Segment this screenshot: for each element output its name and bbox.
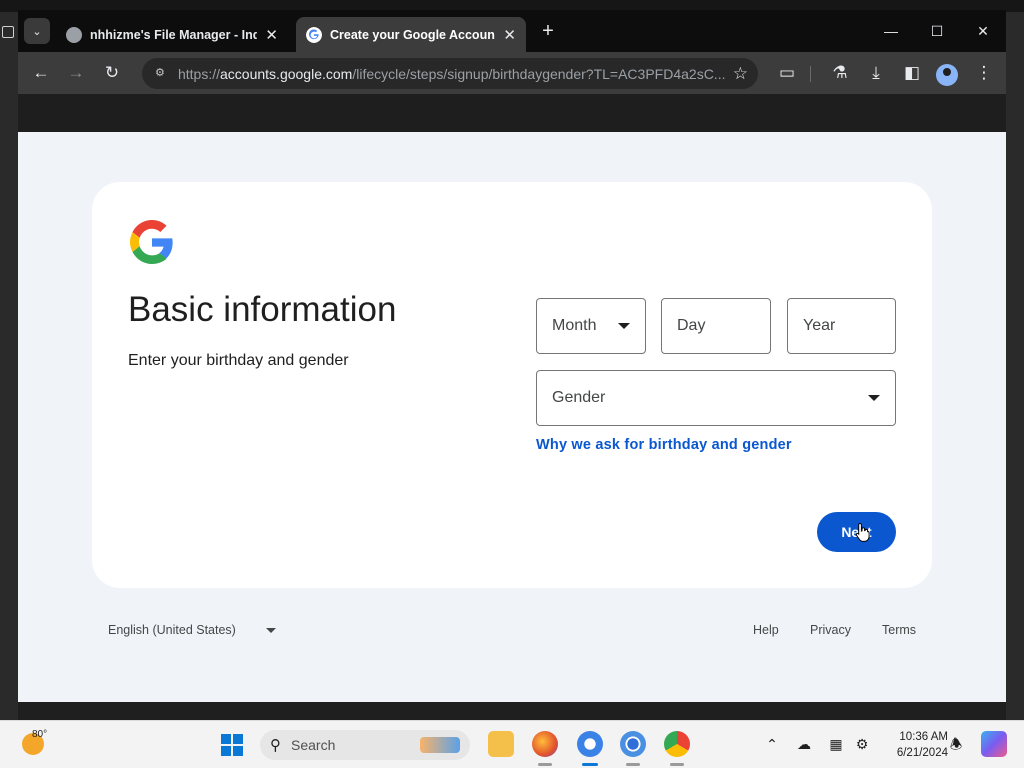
- why-we-ask-link[interactable]: Why we ask for birthday and gender: [536, 437, 792, 453]
- month-placeholder: Month: [552, 317, 597, 334]
- search-highlight-art: [420, 737, 460, 753]
- firefox-icon[interactable]: [532, 731, 558, 757]
- desktop-window-icon: [2, 26, 14, 38]
- window-close-icon[interactable]: ✕: [972, 20, 994, 42]
- bookmark-bar: [18, 94, 1006, 132]
- signup-card: Basic information Enter your birthday an…: [92, 182, 932, 588]
- chromium-icon[interactable]: [620, 731, 646, 757]
- page-content: Basic information Enter your birthday an…: [18, 132, 1006, 702]
- temperature-label: 80°: [32, 729, 48, 740]
- url-path: /lifecycle/steps/signup/birthdaygender?T…: [352, 65, 725, 82]
- app-running-indicator: [538, 763, 552, 766]
- desktop-background-right: [1006, 12, 1024, 720]
- file-explorer-icon[interactable]: [488, 731, 514, 757]
- display-icon[interactable]: ▦: [827, 735, 845, 753]
- clock-time: 10:36 AM: [899, 731, 948, 743]
- profile-avatar-icon[interactable]: [936, 64, 958, 86]
- side-panel-icon[interactable]: ◧: [899, 60, 925, 86]
- browser-toolbar: ← → ↻ ⚙ https://accounts.google.com/life…: [18, 52, 1006, 94]
- minimize-icon[interactable]: —: [880, 20, 902, 42]
- tab-create-google-account[interactable]: Create your Google Account ✕: [296, 17, 526, 52]
- app-running-indicator: [626, 763, 640, 766]
- gender-select[interactable]: Gender: [536, 370, 896, 426]
- chevron-up-icon[interactable]: ⌃: [763, 735, 781, 753]
- taskbar-search-box[interactable]: ⚲ Search: [260, 730, 470, 760]
- gender-placeholder: Gender: [552, 389, 606, 406]
- search-icon: ⚲: [270, 737, 281, 754]
- download-icon[interactable]: ⤓: [863, 60, 889, 86]
- year-placeholder: Year: [803, 317, 836, 334]
- language-selector[interactable]: English (United States): [108, 623, 276, 637]
- terms-link[interactable]: Terms: [882, 623, 916, 637]
- forward-arrow-icon[interactable]: →: [63, 60, 89, 86]
- privacy-link[interactable]: Privacy: [810, 623, 851, 637]
- desktop-background-left: [0, 12, 18, 720]
- help-link[interactable]: Help: [753, 623, 779, 637]
- notification-bell-icon[interactable]: 🕭: [947, 735, 965, 753]
- back-arrow-icon[interactable]: ←: [28, 60, 54, 86]
- chevron-down-icon: [868, 395, 880, 401]
- google-favicon-icon: [306, 26, 322, 43]
- tab-file-manager[interactable]: nhhizme's File Manager - Index ✕: [56, 17, 288, 52]
- globe-icon: [66, 26, 82, 43]
- tab-search-chevron-icon[interactable]: ⌄: [24, 18, 50, 44]
- chrome-icon[interactable]: [664, 731, 690, 757]
- language-label: English (United States): [108, 623, 236, 637]
- google-g-logo-icon: [130, 220, 173, 264]
- more-menu-icon[interactable]: ⋮: [971, 60, 997, 86]
- url-text[interactable]: https://accounts.google.com/lifecycle/st…: [178, 66, 725, 82]
- copilot-icon[interactable]: [981, 731, 1007, 757]
- year-input[interactable]: Year: [787, 298, 896, 354]
- maximize-icon[interactable]: ☐: [926, 20, 948, 42]
- url-scheme: https://: [177, 65, 221, 82]
- page-subtitle: Enter your birthday and gender: [128, 352, 349, 369]
- tab-strip: ⌄ nhhizme's File Manager - Index ✕ Creat…: [18, 10, 1006, 52]
- chevron-down-icon: [265, 627, 276, 633]
- search-label: Search: [291, 737, 336, 753]
- system-clock[interactable]: 10:36 AM 6/21/2024: [876, 729, 948, 761]
- close-tab-icon[interactable]: ✕: [503, 26, 516, 44]
- app-active-indicator: [582, 763, 598, 766]
- site-settings-icon[interactable]: ⚙: [152, 66, 168, 82]
- bookmark-star-icon[interactable]: ☆: [733, 64, 748, 84]
- taskbar: 80° ⚲ Search ⌃ ☁ ▦ ⚙ 10:36 AM 6/21/2024 …: [0, 720, 1024, 768]
- chevron-down-icon: [618, 323, 630, 329]
- month-select[interactable]: Month: [536, 298, 646, 354]
- day-placeholder: Day: [677, 317, 706, 334]
- tab-title: Create your Google Account: [330, 27, 496, 42]
- extensions-icon[interactable]: ▭: [774, 60, 800, 86]
- cloud-offline-icon[interactable]: ☁: [795, 735, 813, 753]
- app-running-indicator: [670, 763, 684, 766]
- windows-start-icon[interactable]: [221, 734, 243, 756]
- url-host: accounts.google.com: [220, 65, 353, 82]
- page-title: Basic information: [128, 290, 397, 329]
- reload-icon[interactable]: ↻: [99, 60, 125, 86]
- address-bar[interactable]: ⚙ https://accounts.google.com/lifecycle/…: [142, 58, 758, 89]
- labs-flask-icon[interactable]: ⚗: [827, 60, 853, 86]
- network-volume-icon[interactable]: ⚙: [853, 735, 871, 753]
- browser-window: ⌄ nhhizme's File Manager - Index ✕ Creat…: [18, 10, 1006, 702]
- hand-cursor-icon: [855, 522, 870, 542]
- toolbar-separator: [810, 66, 811, 82]
- chrome-canary-icon[interactable]: [577, 731, 603, 757]
- new-tab-plus-icon[interactable]: +: [538, 21, 558, 42]
- clock-date: 6/21/2024: [896, 747, 948, 759]
- close-tab-icon[interactable]: ✕: [265, 26, 278, 44]
- tab-title: nhhizme's File Manager - Index: [90, 27, 258, 42]
- day-input[interactable]: Day: [661, 298, 771, 354]
